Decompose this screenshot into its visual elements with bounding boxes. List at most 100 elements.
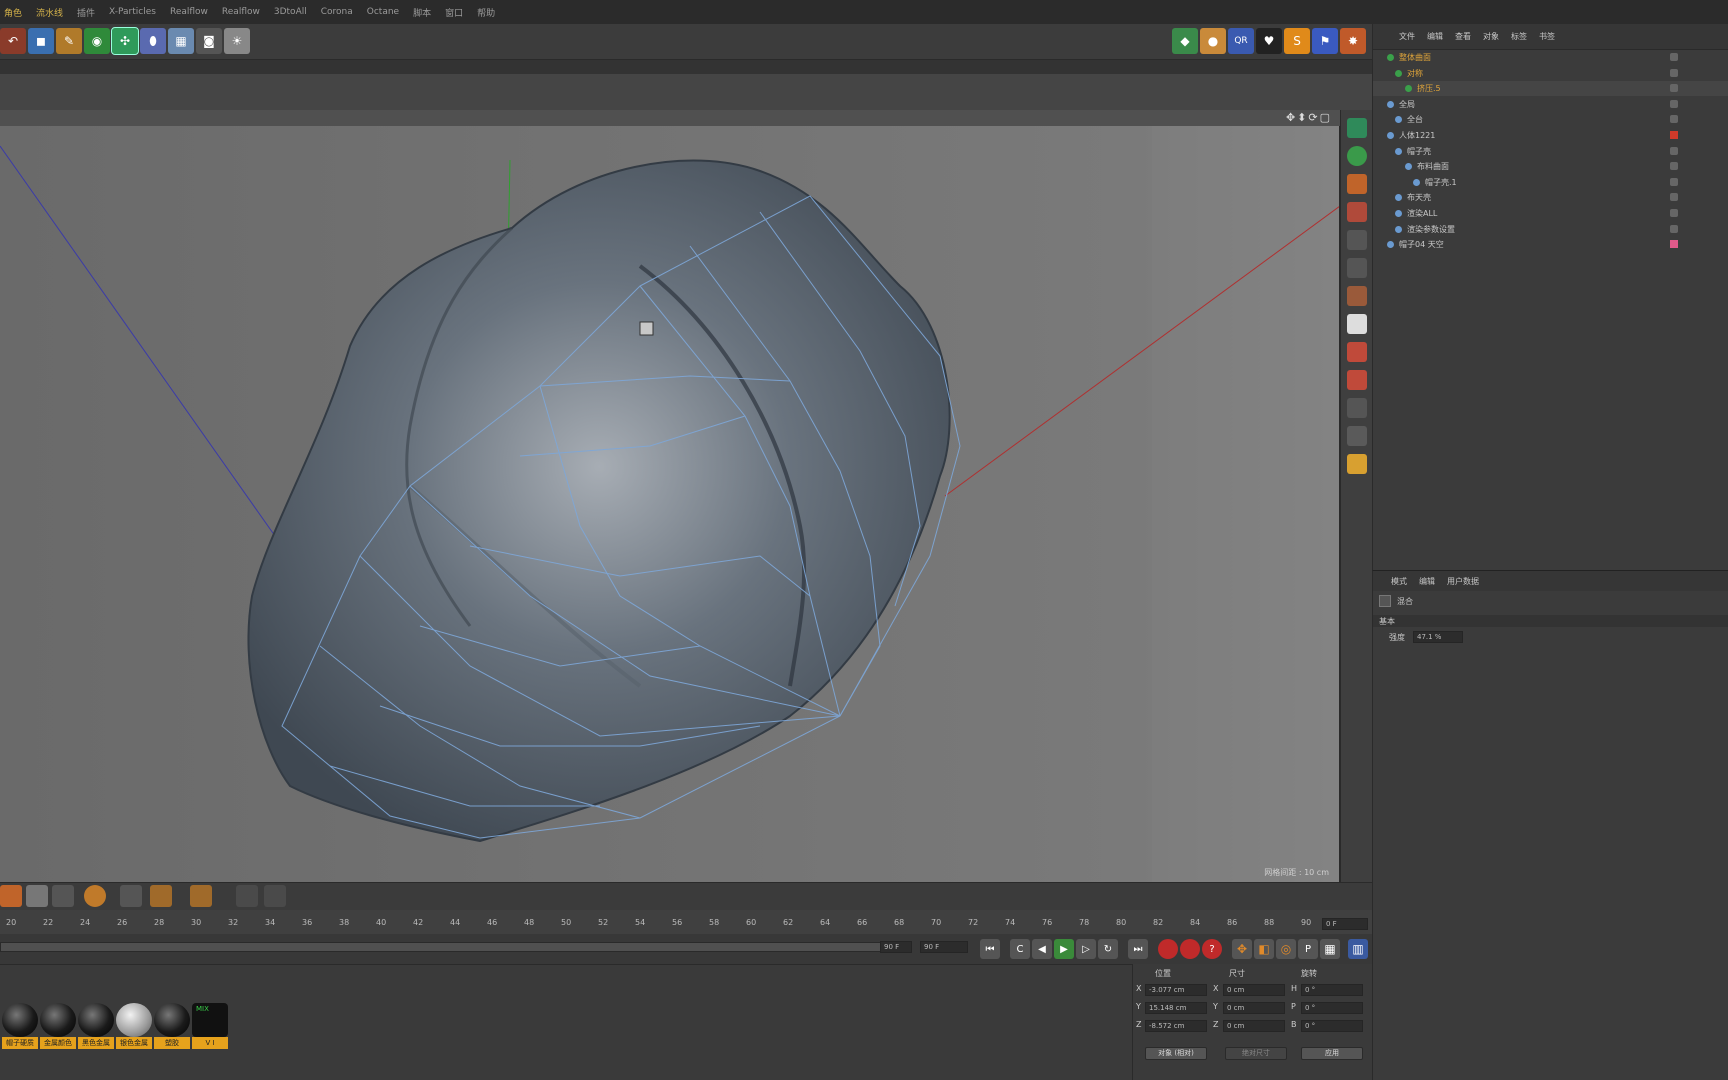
visibility-toggle-icon[interactable] <box>1670 115 1678 124</box>
motion-2-icon[interactable] <box>190 885 212 907</box>
pen-icon[interactable]: ✎ <box>56 28 82 54</box>
current-frame-field[interactable]: 0 F <box>1322 918 1368 930</box>
attr-tab-edit[interactable]: 编辑 <box>1419 576 1435 587</box>
object-row[interactable]: 挤压.5 <box>1373 81 1728 97</box>
menu-item-realflow[interactable]: Realflow <box>170 7 208 17</box>
size-field[interactable]: 0 cm <box>1223 1002 1285 1014</box>
object-row[interactable]: 布料曲面 <box>1373 159 1728 174</box>
model-mode-icon[interactable] <box>1347 118 1367 138</box>
object-name[interactable]: 对称 <box>1407 68 1423 79</box>
workplane-icon[interactable] <box>1347 370 1367 390</box>
cube-key-icon[interactable] <box>26 885 48 907</box>
motion-icon[interactable] <box>150 885 172 907</box>
undo-icon[interactable]: ↶ <box>0 28 26 54</box>
record-icon[interactable] <box>1158 939 1178 959</box>
object-name[interactable]: 帽子壳 <box>1407 146 1431 157</box>
visibility-toggle-icon[interactable] <box>1670 99 1678 108</box>
coord-mode-select[interactable]: 对象 (相对) <box>1145 1047 1207 1060</box>
object-name[interactable]: 挤压.5 <box>1417 83 1441 94</box>
deformer-icon[interactable]: ✣ <box>111 27 139 55</box>
camera-icon[interactable]: ◙ <box>196 28 222 54</box>
material-swatch[interactable]: 黑色金属 <box>78 1003 114 1049</box>
curve-icon[interactable] <box>120 885 142 907</box>
display-color-tag[interactable] <box>1670 131 1678 139</box>
prev-frame-icon[interactable]: ◀ <box>1032 939 1052 959</box>
position-field[interactable]: -8.572 cm <box>1145 1020 1207 1032</box>
om-tab-tags[interactable]: 标签 <box>1511 31 1527 42</box>
object-row[interactable]: 布天壳 <box>1373 190 1728 205</box>
pla-key-icon[interactable]: ▦ <box>1320 939 1340 959</box>
timeline-ruler[interactable]: 20 22 24 26 28 30 32 34 36 38 40 42 44 46 48 50 52 54 56 58… <box>0 910 1372 934</box>
object-name[interactable]: 全局 <box>1399 99 1415 110</box>
menu-item-help[interactable]: 帮助 <box>477 6 495 19</box>
checker-icon[interactable] <box>1347 454 1367 474</box>
object-row[interactable]: 帽子壳.1 <box>1373 175 1728 190</box>
attr-tab-mode[interactable]: 模式 <box>1391 576 1407 587</box>
keyframe-lock-icon[interactable] <box>0 885 22 907</box>
menu-item-pipeline[interactable]: 流水线 <box>36 6 63 19</box>
object-name[interactable]: 人体1221 <box>1399 130 1435 141</box>
brush-icon[interactable] <box>1347 258 1367 278</box>
visibility-toggle-icon[interactable] <box>1670 224 1678 233</box>
menu-item-plugins[interactable]: 插件 <box>77 6 95 19</box>
object-name[interactable]: 渲染参数设置 <box>1407 224 1455 235</box>
object-row[interactable]: 帽子04 天空 <box>1373 237 1728 252</box>
viewport[interactable]: 网格间距 : 10 cm <box>0 126 1340 882</box>
point-mode-icon[interactable] <box>1347 202 1367 222</box>
move-key-icon[interactable]: ✥ <box>1232 939 1252 959</box>
menu-item-realflow-2[interactable]: Realflow <box>222 7 260 17</box>
menu-item-octane[interactable]: Octane <box>367 7 399 17</box>
lock-icon[interactable] <box>1347 426 1367 446</box>
snap-icon[interactable] <box>1347 342 1367 362</box>
playback-range-slider[interactable] <box>0 942 910 952</box>
object-row[interactable]: 整体曲面 <box>1373 50 1728 65</box>
material-swatch[interactable]: MIX V I <box>192 1003 228 1049</box>
go-to-start-icon[interactable]: ⏮ <box>980 939 1000 959</box>
record-gear-icon[interactable] <box>84 885 106 907</box>
viewport-nav-icons[interactable]: ✥⬍⟳▢ <box>1286 111 1332 124</box>
apply-button[interactable]: 应用 <box>1301 1047 1363 1060</box>
om-tab-bookmarks[interactable]: 书签 <box>1539 31 1555 42</box>
object-name[interactable]: 布天壳 <box>1407 192 1431 203</box>
menu-item-script[interactable]: 脚本 <box>413 6 431 19</box>
key-help-icon[interactable]: ? <box>1202 939 1222 959</box>
visibility-toggle-icon[interactable] <box>1670 146 1678 155</box>
end-frame-field[interactable]: 90 F <box>880 941 912 953</box>
material-swatch[interactable]: 金属颜色 <box>40 1003 76 1049</box>
rotate-key-icon[interactable]: ◎ <box>1276 939 1296 959</box>
plugin-star-icon[interactable]: ✸ <box>1340 28 1366 54</box>
edge-mode-icon[interactable] <box>1347 230 1367 250</box>
grid-icon[interactable] <box>236 885 258 907</box>
material-swatch[interactable]: 塑胶 <box>154 1003 190 1049</box>
visibility-toggle-icon[interactable] <box>1670 53 1678 61</box>
om-tab-view[interactable]: 查看 <box>1455 31 1471 42</box>
menu-item-xparticles[interactable]: X-Particles <box>109 7 156 17</box>
plugin-flag-icon[interactable]: ⚑ <box>1312 28 1338 54</box>
display-color-tag[interactable] <box>1670 240 1678 249</box>
size-field[interactable]: 0 cm <box>1223 1020 1285 1032</box>
om-tab-object[interactable]: 对象 <box>1483 31 1499 42</box>
prev-key-icon[interactable]: C <box>1010 939 1030 959</box>
end-frame-field-2[interactable]: 90 F <box>920 941 968 953</box>
texture-mode-icon[interactable] <box>1347 174 1367 194</box>
cube-icon[interactable]: ◼ <box>28 28 54 54</box>
axis-icon[interactable] <box>1347 314 1367 334</box>
plugin-s-icon[interactable]: S <box>1284 28 1310 54</box>
position-field[interactable]: -3.077 cm <box>1145 984 1207 996</box>
object-row[interactable]: 人体1221 <box>1373 128 1728 143</box>
loop-icon[interactable]: ↻ <box>1098 939 1118 959</box>
auto-key-icon[interactable] <box>1180 939 1200 959</box>
attr-tab-userdata[interactable]: 用户数据 <box>1447 576 1479 587</box>
strength-field[interactable]: 47.1 % <box>1413 631 1463 643</box>
size-field[interactable]: 0 cm <box>1223 984 1285 996</box>
timeline-window-icon[interactable]: ▥ <box>1348 939 1368 959</box>
spline-icon[interactable]: ⬮ <box>140 28 166 54</box>
rotation-field[interactable]: 0 ° <box>1301 1002 1363 1014</box>
param-key-icon[interactable]: P <box>1298 939 1318 959</box>
next-frame-icon[interactable]: ▷ <box>1076 939 1096 959</box>
object-name[interactable]: 渲染ALL <box>1407 208 1437 219</box>
visibility-toggle-icon[interactable] <box>1670 84 1678 93</box>
menu-item-3dtoall[interactable]: 3DtoAll <box>274 7 307 17</box>
object-name[interactable]: 帽子04 天空 <box>1399 239 1444 250</box>
size-mode-select[interactable]: 绝对尺寸 <box>1225 1047 1287 1060</box>
